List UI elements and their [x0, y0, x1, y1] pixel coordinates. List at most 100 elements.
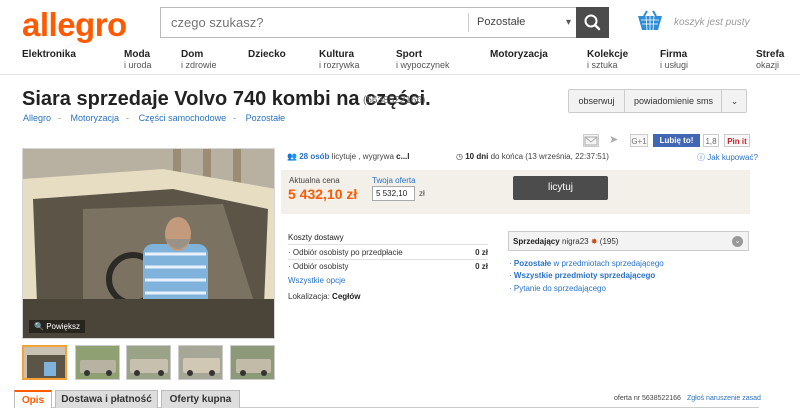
- nav-item-dziecko[interactable]: Dziecko: [248, 50, 286, 60]
- twitter-icon[interactable]: ➤: [609, 134, 623, 147]
- seller-label: Sprzedający: [513, 237, 560, 246]
- all-shipping-options-link[interactable]: Wszystkie opcje: [288, 276, 345, 285]
- allegro-logo[interactable]: allegro: [22, 6, 127, 44]
- sms-notify-button[interactable]: powiadomienie sms: [626, 90, 722, 112]
- nav-subtitle: i wypoczynek: [396, 60, 450, 70]
- search-category-select[interactable]: Pozostałe ▾: [468, 13, 577, 32]
- seller-rating[interactable]: (195): [600, 237, 619, 246]
- pinterest-button[interactable]: Pin it: [724, 134, 750, 147]
- nav-title: Dom: [181, 49, 204, 60]
- gallery-thumbnail[interactable]: [22, 345, 67, 380]
- shipping-price: 0 zł: [475, 262, 488, 271]
- time-left-text: do końca (13 września, 22:37:51): [490, 152, 609, 161]
- gallery-thumbnail[interactable]: [230, 345, 275, 380]
- your-offer-label[interactable]: Twoja oferta: [372, 176, 416, 185]
- currency-label: zł: [419, 189, 425, 198]
- nav-title: Motoryzacja: [490, 49, 548, 60]
- seller-info: Sprzedający nigra23 ✸ (195): [513, 237, 618, 246]
- how-to-buy-link[interactable]: ⓘ Jak kupować?: [697, 152, 758, 163]
- nav-title: Sport: [396, 49, 423, 60]
- tab-oferty-kupna[interactable]: Oferty kupna: [161, 390, 240, 408]
- shipping-price: 0 zł: [475, 248, 488, 257]
- category-nav: Elektronika Moda i uroda Dom i zdrowie Dzi…: [0, 50, 800, 72]
- basket-icon[interactable]: [637, 10, 663, 34]
- thumbnail-image: [76, 346, 119, 379]
- search-category-label: Pozostałe: [477, 16, 526, 28]
- breadcrumb-item[interactable]: Części samochodowe: [139, 113, 227, 123]
- seller-all-items-link[interactable]: · Wszystkie przedmioty sprzedającego: [509, 271, 655, 280]
- breadcrumb-separator: -: [126, 113, 130, 123]
- enlarge-button[interactable]: 🔍 Powiększ: [29, 320, 85, 333]
- breadcrumb-item[interactable]: Allegro: [23, 113, 51, 123]
- breadcrumb-item[interactable]: Motoryzacja: [71, 113, 120, 123]
- report-violation-link[interactable]: Zgłoś naruszenie zasad: [687, 395, 761, 402]
- gallery-thumbnail[interactable]: [178, 345, 223, 380]
- how-to-buy-label: Jak kupować?: [707, 153, 758, 162]
- seller-link-text: Pytanie do sprzedającego: [513, 284, 606, 293]
- more-actions-button[interactable]: ⌄: [723, 90, 746, 112]
- nav-item-elektronika[interactable]: Elektronika: [22, 50, 76, 60]
- nav-item-dom[interactable]: Dom i zdrowie: [181, 49, 217, 71]
- breadcrumb-item[interactable]: Pozostałe: [246, 113, 286, 123]
- main-photo[interactable]: 🔍 Powiększ: [22, 148, 275, 339]
- seller-name[interactable]: nigra23: [562, 237, 589, 246]
- winning-user: c...l: [396, 152, 410, 161]
- offer-id: (5638522166): [363, 95, 426, 106]
- search-input[interactable]: [161, 8, 467, 37]
- nav-item-kolekcje[interactable]: Kolekcje i sztuka: [587, 49, 629, 71]
- ask-seller-link[interactable]: · Pytanie do sprzedającego: [509, 284, 606, 293]
- gallery-thumbnail[interactable]: [126, 345, 171, 380]
- google-plus-button[interactable]: G+1: [630, 134, 648, 147]
- your-offer-input[interactable]: 5 532,10: [372, 186, 415, 201]
- breadcrumb-separator: -: [233, 113, 237, 123]
- gallery-thumbnail[interactable]: [75, 345, 120, 380]
- nav-item-strefa[interactable]: Strefa okazji: [756, 50, 784, 71]
- bid-button[interactable]: licytuj: [513, 176, 608, 200]
- current-price-label: Aktualna cena: [289, 176, 340, 185]
- breadcrumb: Allegro - Motoryzacja - Części samochodowe…: [23, 113, 292, 123]
- like-count: 1,8: [703, 134, 719, 147]
- nav-item-kultura[interactable]: Kultura i rozrywka: [319, 49, 360, 71]
- chevron-down-icon: ⌄: [730, 96, 739, 106]
- tab-opis[interactable]: Opis: [14, 390, 52, 408]
- offer-actions: obserwuj powiadomienie sms ⌄: [568, 89, 747, 113]
- nav-title: Kultura: [319, 49, 354, 60]
- expand-icon[interactable]: ⌄: [732, 236, 743, 247]
- nav-title: Moda: [124, 49, 151, 60]
- nav-subtitle: i rozrywka: [319, 60, 360, 70]
- bidders-count[interactable]: 28 osób: [299, 152, 329, 161]
- seller-link-bold: Wszystkie przedmioty sprzedającego: [513, 271, 656, 280]
- time-left-days: 10 dni: [465, 152, 489, 161]
- nav-item-firma[interactable]: Firma i usługi: [660, 50, 688, 71]
- shipping-option-label: Odbiór osobisty: [292, 262, 349, 271]
- nav-title: Dziecko: [248, 49, 286, 60]
- nav-subtitle: i uroda: [124, 60, 152, 70]
- divider: [288, 244, 488, 245]
- basket-status[interactable]: koszyk jest pusty: [674, 17, 750, 28]
- nav-title: Kolekcje: [587, 49, 629, 60]
- facebook-like-button[interactable]: Lubię to!: [653, 134, 700, 147]
- location-label: Lokalizacja:: [288, 292, 330, 301]
- nav-subtitle: i sztuka: [587, 60, 618, 70]
- shipping-row: · Odbiór osobisty po przedpłacie 0 zł: [288, 248, 488, 257]
- enlarge-label: Powiększ: [46, 322, 80, 331]
- time-left: ◷ 10 dni do końca (13 września, 22:37:51…: [456, 152, 609, 161]
- seller-box[interactable]: Sprzedający nigra23 ✸ (195) ⌄: [508, 231, 749, 251]
- search-button[interactable]: [576, 7, 609, 38]
- nav-divider: [0, 74, 800, 75]
- nav-item-motoryzacja[interactable]: Motoryzacja: [490, 50, 548, 60]
- seller-other-items-link[interactable]: · Pozostałe w przedmiotach sprzedającego: [509, 259, 664, 268]
- thumbnail-image: [24, 347, 65, 378]
- nav-item-sport[interactable]: Sport i wypoczynek: [396, 49, 450, 71]
- nav-subtitle: i zdrowie: [181, 60, 217, 70]
- help-icon: ⓘ: [697, 153, 708, 162]
- nav-item-moda[interactable]: Moda i uroda: [124, 49, 152, 71]
- tab-dostawa[interactable]: Dostawa i płatność: [55, 390, 158, 408]
- watch-button[interactable]: obserwuj: [569, 90, 625, 112]
- shipping-row: · Odbiór osobisty 0 zł: [288, 262, 488, 271]
- mail-icon[interactable]: [583, 134, 599, 147]
- nav-subtitle: okazji: [756, 60, 780, 70]
- location-value: Cegłów: [332, 292, 361, 301]
- shipping-option-label: Odbiór osobisty po przedpłacie: [292, 248, 403, 257]
- location: Lokalizacja: Cegłów: [288, 292, 361, 301]
